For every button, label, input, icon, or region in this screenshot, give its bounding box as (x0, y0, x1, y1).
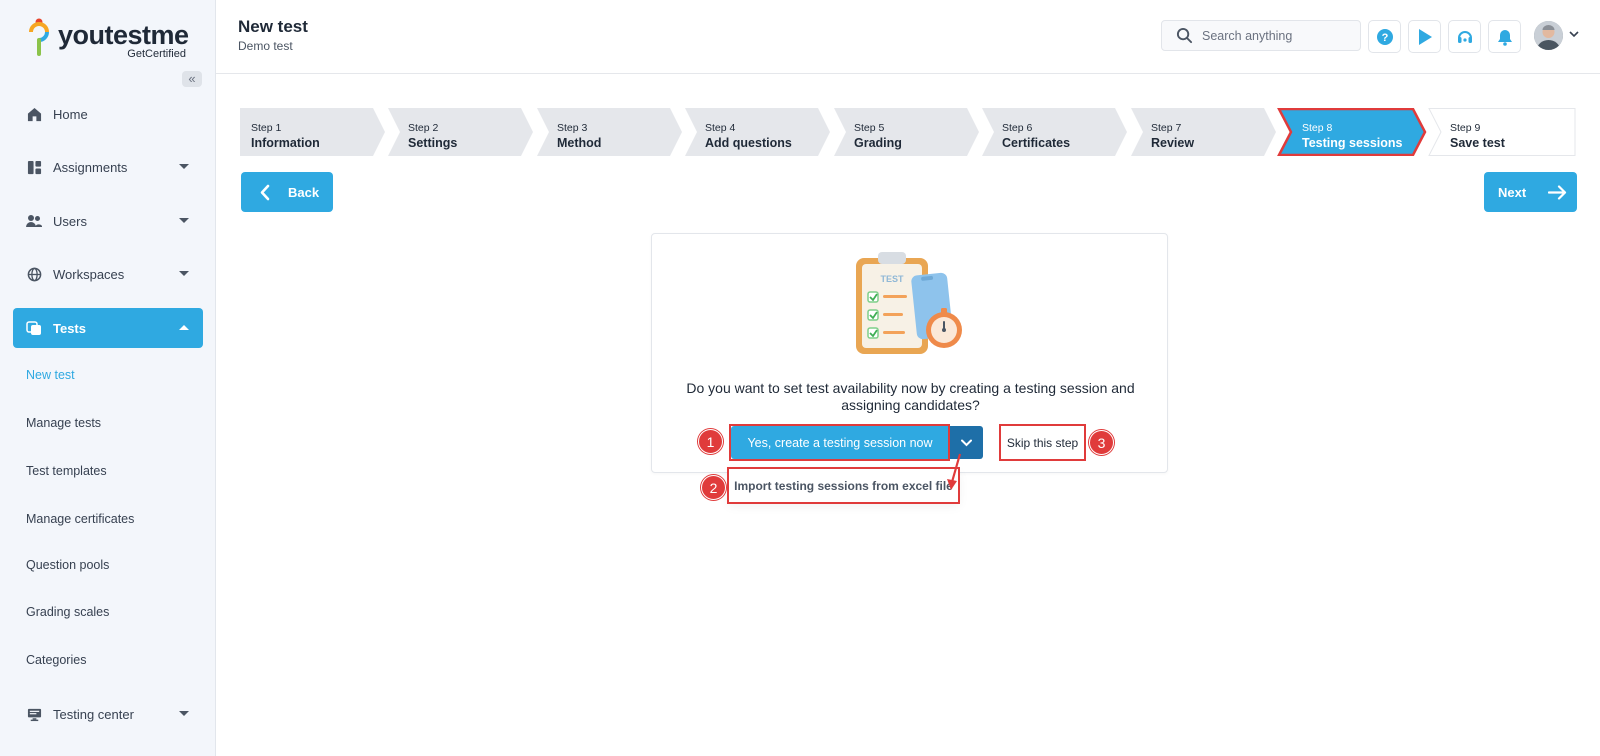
sidebar-subitem-manage-certificates[interactable]: Manage certificates (26, 512, 134, 526)
headset-icon (1457, 30, 1472, 43)
step-number: Step 8 (1302, 122, 1333, 134)
sidebar-subitem-question-pools[interactable]: Question pools (26, 558, 109, 572)
skip-step-button[interactable]: Skip this step (1000, 426, 1085, 459)
sidebar-subitem-manage-tests[interactable]: Manage tests (26, 416, 101, 430)
step-label: Information (251, 136, 320, 150)
svg-text:?: ? (1381, 32, 1388, 44)
users-icon (26, 213, 42, 229)
youtestme-logo[interactable]: youtestme GetCertified (28, 18, 198, 62)
step-number: Step 4 (705, 122, 736, 134)
sidebar: youtestme GetCertified « Home Assignment… (0, 0, 216, 756)
svg-text:TEST: TEST (880, 274, 904, 284)
sidebar-item-label: Testing center (53, 706, 134, 722)
step-number: Step 6 (1002, 122, 1033, 134)
step-label: Review (1151, 136, 1195, 150)
sidebar-item-home[interactable]: Home (13, 94, 203, 134)
logo-mark-icon (29, 18, 49, 56)
step-label: Settings (408, 136, 458, 150)
step-6-certificates[interactable]: Step 6 Certificates (979, 108, 1129, 156)
arrow-right-icon (1548, 184, 1567, 200)
dashboard-icon (26, 159, 42, 175)
sidebar-item-workspaces[interactable]: Workspaces (13, 254, 203, 294)
chevron-up-icon (179, 325, 189, 330)
step-4-add-questions[interactable]: Step 4 Add questions (682, 108, 832, 156)
help-button[interactable]: ? (1368, 20, 1401, 53)
sidebar-subitem-grading-scales[interactable]: Grading scales (26, 605, 109, 619)
chevron-down-icon[interactable] (1569, 31, 1579, 38)
top-header: New test Demo test ? (216, 0, 1600, 74)
sidebar-item-label: Home (53, 106, 88, 122)
sidebar-subitem-categories[interactable]: Categories (26, 653, 86, 667)
import-from-excel-menu-item[interactable]: Import testing sessions from excel file (728, 469, 959, 503)
step-number: Step 3 (557, 122, 588, 134)
step-label: Add questions (705, 136, 792, 150)
step-number: Step 1 (251, 122, 282, 134)
support-button[interactable] (1448, 20, 1481, 53)
step-3-method[interactable]: Step 3 Method (534, 108, 684, 156)
availability-question: Do you want to set test availability now… (686, 380, 1135, 413)
logo-tagline: GetCertified (127, 48, 186, 60)
next-button[interactable]: Next (1484, 172, 1577, 212)
wizard-stepper: Step 1 Information Step 2 Settings Step … (240, 108, 1576, 156)
step-label: Save test (1450, 136, 1505, 150)
sidebar-item-testing-center[interactable]: Testing center (13, 694, 203, 734)
sidebar-item-tests[interactable]: Tests (13, 308, 203, 348)
chevron-down-icon (960, 439, 972, 446)
step-label: Certificates (1002, 136, 1071, 150)
step-number: Step 5 (854, 122, 885, 134)
step-number: Step 2 (408, 122, 439, 134)
annotation-arrow-icon (947, 453, 962, 490)
home-icon (26, 106, 42, 122)
clipboard-stopwatch-illustration: TEST (856, 252, 962, 354)
step-label: Testing sessions (1302, 136, 1403, 150)
step-7-review[interactable]: Step 7 Review (1128, 108, 1278, 156)
sidebar-item-label: Workspaces (53, 266, 125, 282)
chevron-down-icon (179, 711, 189, 716)
logo-wordmark: youtestme (58, 20, 189, 50)
notifications-button[interactable] (1488, 20, 1521, 53)
user-photo-icon (1534, 21, 1563, 50)
step-2-settings[interactable]: Step 2 Settings (385, 108, 535, 156)
sidebar-item-assignments[interactable]: Assignments (13, 147, 203, 187)
help-icon: ? (1376, 28, 1393, 45)
step-number: Step 7 (1151, 122, 1182, 134)
chevron-down-icon (179, 271, 189, 276)
globe-icon (26, 266, 42, 282)
play-icon (1418, 28, 1432, 45)
chevron-down-icon (179, 164, 189, 169)
step-5-grading[interactable]: Step 5 Grading (831, 108, 981, 156)
sidebar-item-users[interactable]: Users (13, 201, 203, 241)
annotation-marker-3: 3 (1089, 430, 1114, 455)
annotation-marker-1: 1 (698, 429, 723, 454)
sidebar-item-label: Users (53, 213, 87, 229)
back-button-label: Back (288, 184, 320, 200)
sidebar-subitem-new-test[interactable]: New test (26, 368, 75, 382)
search-box[interactable] (1161, 20, 1361, 51)
chevron-down-icon (179, 218, 189, 223)
chevron-left-icon (260, 184, 270, 200)
search-input[interactable] (1202, 28, 1352, 43)
bell-icon (1497, 29, 1512, 46)
page-title: New test (238, 17, 308, 36)
sidebar-item-label: Tests (53, 320, 86, 336)
back-button[interactable]: Back (241, 172, 333, 212)
sidebar-subitem-test-templates[interactable]: Test templates (26, 464, 107, 478)
step-label: Method (557, 136, 602, 150)
tests-icon (26, 320, 42, 336)
step-label: Grading (854, 136, 902, 150)
play-tutorial-button[interactable] (1408, 20, 1441, 53)
step-1-information[interactable]: Step 1 Information (240, 108, 390, 156)
collapse-sidebar-button[interactable]: « (182, 71, 202, 87)
sidebar-item-label: Assignments (53, 159, 128, 175)
step-8-testing-sessions[interactable]: Step 8 Testing sessions (1276, 108, 1427, 156)
annotation-marker-2: 2 (701, 475, 726, 500)
avatar[interactable] (1534, 21, 1563, 50)
search-icon (1176, 27, 1193, 44)
step-number: Step 9 (1450, 122, 1481, 134)
create-testing-session-button[interactable]: Yes, create a testing session now (731, 426, 949, 459)
page-subtitle: Demo test (238, 39, 293, 53)
next-button-label: Next (1498, 184, 1527, 200)
monitor-icon (26, 706, 42, 722)
step-9-save-test[interactable]: Step 9 Save test (1426, 108, 1576, 156)
